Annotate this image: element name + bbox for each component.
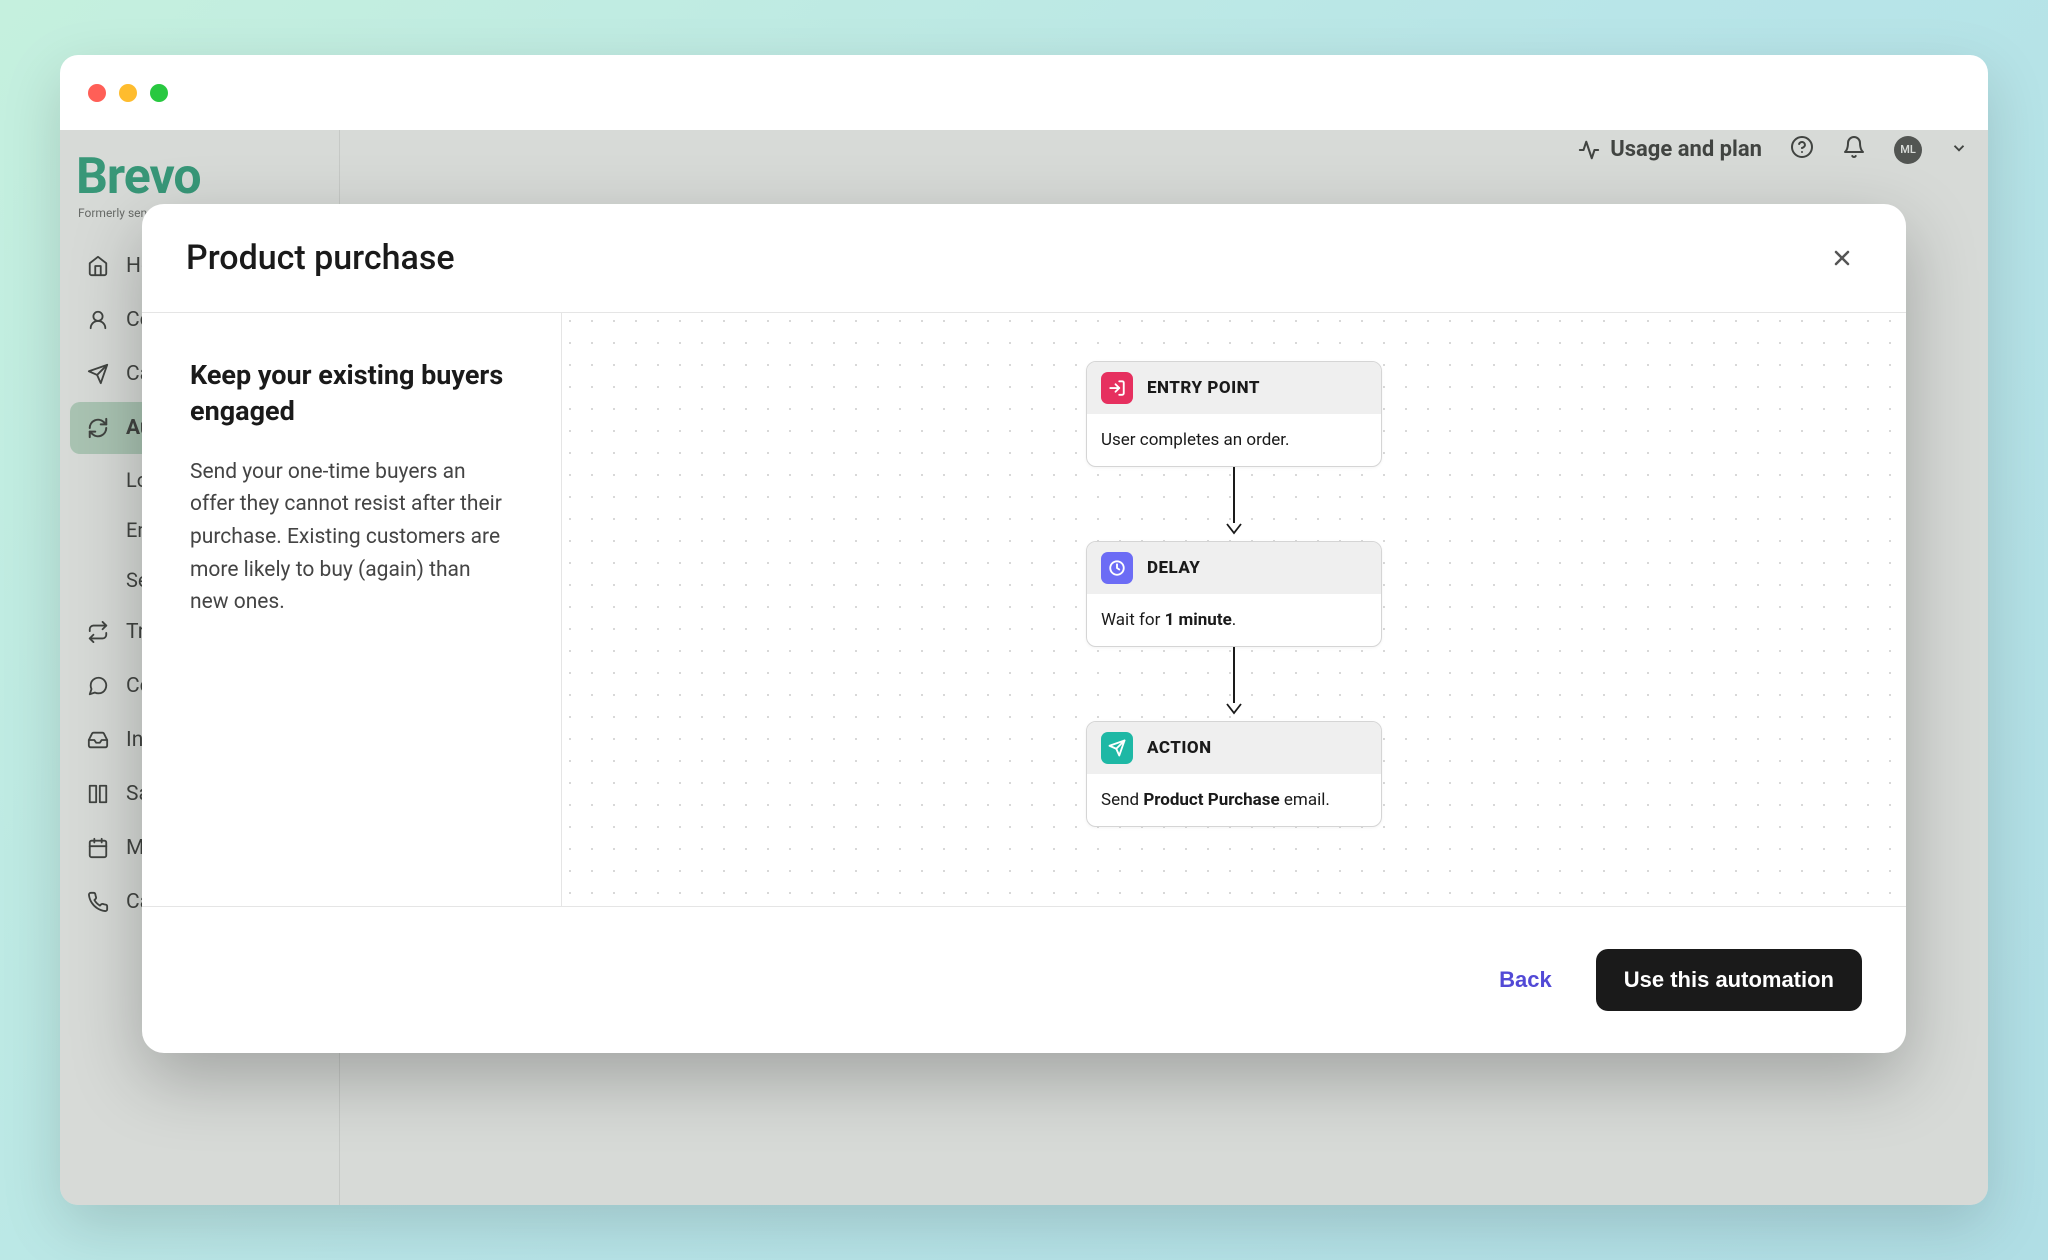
close-button[interactable]	[1822, 238, 1862, 278]
text: Wait for	[1101, 610, 1165, 630]
card-body: User completes an order.	[1087, 414, 1381, 466]
modal-header: Product purchase	[142, 204, 1906, 312]
clock-icon	[1101, 552, 1133, 584]
description-text: Send your one-time buyers an offer they …	[190, 456, 513, 619]
description-heading: Keep your existing buyers engaged	[190, 357, 513, 430]
card-title: ACTION	[1147, 738, 1212, 758]
arrow-down-icon	[1226, 703, 1242, 715]
text-bold: 1 minute	[1165, 610, 1232, 630]
text: .	[1232, 610, 1236, 630]
traffic-min-icon[interactable]	[119, 84, 137, 102]
flow-delay[interactable]: DELAY Wait for 1 minute.	[1086, 541, 1382, 647]
mac-titlebar	[60, 55, 1988, 130]
text-bold: Product Purchase	[1143, 790, 1279, 810]
card-body: Wait for 1 minute.	[1087, 594, 1381, 646]
modal-body: Keep your existing buyers engaged Send y…	[142, 312, 1906, 907]
back-button[interactable]: Back	[1473, 951, 1578, 1009]
traffic-max-icon[interactable]	[150, 84, 168, 102]
modal-title: Product purchase	[186, 238, 455, 278]
flow-action[interactable]: ACTION Send Product Purchase email.	[1086, 721, 1382, 827]
use-automation-button[interactable]: Use this automation	[1596, 949, 1862, 1011]
modal: Product purchase Keep your existing buye…	[142, 204, 1906, 1053]
app-body: Usage and plan ML Brevo Formerly send Ho…	[60, 130, 1988, 1205]
card-body: Send Product Purchase email.	[1087, 774, 1381, 826]
close-icon	[1830, 246, 1854, 270]
arrow-down-icon	[1226, 523, 1242, 535]
action-icon	[1101, 732, 1133, 764]
text: email.	[1280, 790, 1330, 810]
entry-icon	[1101, 372, 1133, 404]
flow-canvas: ENTRY POINT User completes an order. DEL…	[562, 313, 1906, 906]
app-window: Usage and plan ML Brevo Formerly send Ho…	[60, 55, 1988, 1205]
flow-entry-point[interactable]: ENTRY POINT User completes an order.	[1086, 361, 1382, 467]
traffic-close-icon[interactable]	[88, 84, 106, 102]
modal-description: Keep your existing buyers engaged Send y…	[142, 313, 562, 906]
card-title: DELAY	[1147, 558, 1200, 578]
text: Send	[1101, 790, 1143, 810]
card-header: ACTION	[1087, 722, 1381, 774]
card-title: ENTRY POINT	[1147, 378, 1260, 398]
card-header: DELAY	[1087, 542, 1381, 594]
modal-footer: Back Use this automation	[142, 907, 1906, 1053]
card-header: ENTRY POINT	[1087, 362, 1381, 414]
